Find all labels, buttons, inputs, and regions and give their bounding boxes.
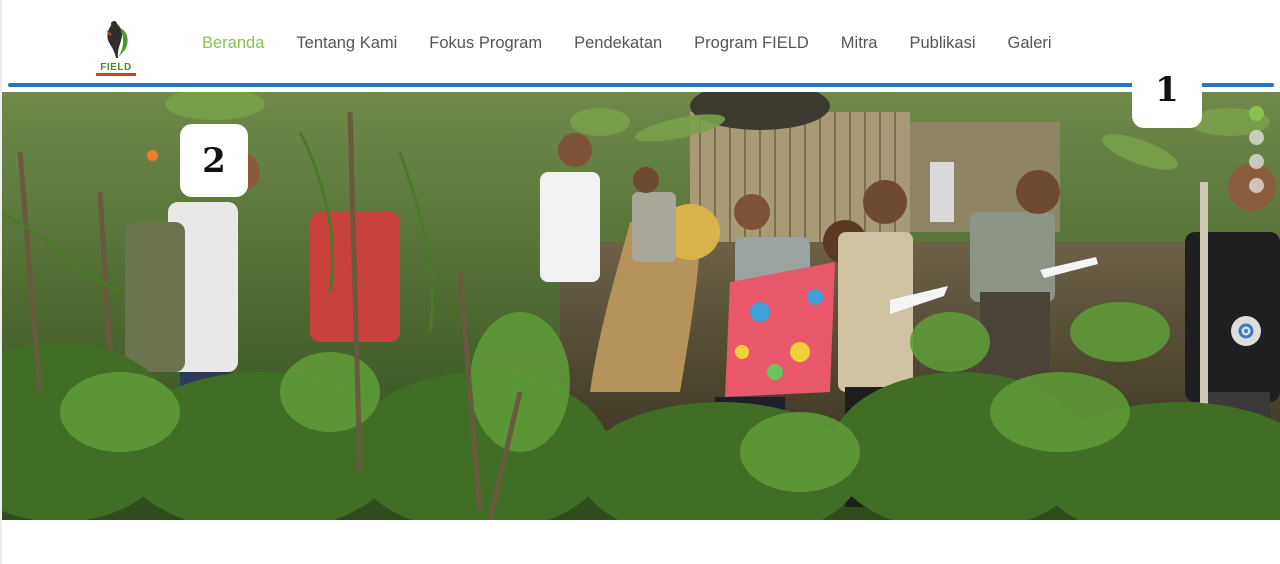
slider-dot-3[interactable]: [1249, 154, 1264, 169]
nav-item-publikasi[interactable]: Publikasi: [893, 34, 991, 53]
nav-item-mitra[interactable]: Mitra: [825, 34, 894, 53]
header-divider: [8, 83, 1274, 87]
slider-dot-1[interactable]: [1249, 106, 1264, 121]
nav-item-fokus-program[interactable]: Fokus Program: [413, 34, 558, 53]
nav-item-tentang-kami[interactable]: Tentang Kami: [280, 34, 413, 53]
settings-gear-icon[interactable]: [1231, 316, 1261, 346]
slider-pagination: [1249, 106, 1264, 193]
orange-marker-dot: [147, 150, 158, 161]
content-area: [0, 520, 1280, 564]
slider-dot-2[interactable]: [1249, 130, 1264, 145]
site-logo[interactable]: FIELD: [94, 18, 138, 76]
field-logo-icon: [106, 21, 128, 58]
slider-dot-4[interactable]: [1249, 178, 1264, 193]
page-left-border: [0, 0, 2, 564]
nav-item-beranda[interactable]: Beranda: [186, 34, 280, 53]
main-navigation: Beranda Tentang Kami Fokus Program Pende…: [186, 34, 1068, 53]
nav-item-program-field[interactable]: Program FIELD: [678, 34, 825, 53]
annotation-badge-2: 2: [180, 124, 248, 197]
site-header: FIELD Beranda Tentang Kami Fokus Program…: [0, 0, 1280, 88]
page: FIELD Beranda Tentang Kami Fokus Program…: [0, 0, 1280, 564]
logo-underline: [96, 73, 136, 76]
annotation-badge-1: 1: [1132, 52, 1202, 128]
logo-text: FIELD: [100, 62, 132, 73]
nav-item-pendekatan[interactable]: Pendekatan: [558, 34, 678, 53]
nav-item-galeri[interactable]: Galeri: [992, 34, 1068, 53]
